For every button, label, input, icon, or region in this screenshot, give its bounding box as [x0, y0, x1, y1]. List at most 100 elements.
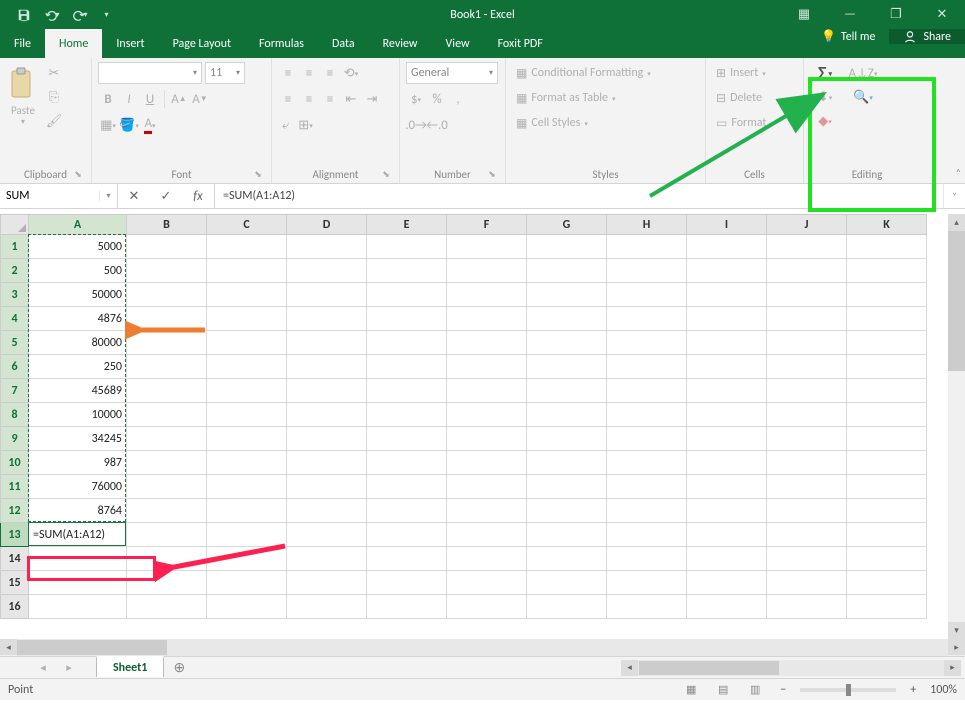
align-center-button[interactable]: ≡: [299, 88, 319, 110]
cell-I1[interactable]: [687, 235, 767, 259]
insert-tab[interactable]: Insert: [102, 29, 158, 58]
cell-B12[interactable]: [127, 499, 207, 523]
cell-C1[interactable]: [207, 235, 287, 259]
cell-F4[interactable]: [447, 307, 527, 331]
ribbon-display-options[interactable]: ▦: [781, 0, 827, 29]
cell-D11[interactable]: [287, 475, 367, 499]
page-layout-view-button[interactable]: ▤: [712, 681, 734, 699]
cell-G4[interactable]: [527, 307, 607, 331]
cell-D3[interactable]: [287, 283, 367, 307]
cell-E2[interactable]: [367, 259, 447, 283]
cell-D10[interactable]: [287, 451, 367, 475]
cell-F6[interactable]: [447, 355, 527, 379]
enter-formula-button[interactable]: ✓: [150, 184, 182, 208]
cell-H12[interactable]: [607, 499, 687, 523]
cell-E10[interactable]: [367, 451, 447, 475]
cell-K2[interactable]: [847, 259, 927, 283]
cell-D7[interactable]: [287, 379, 367, 403]
comma-format-button[interactable]: ,: [448, 88, 468, 110]
underline-button[interactable]: U: [140, 88, 160, 110]
font-color-button[interactable]: A▾: [140, 114, 160, 136]
cell-H7[interactable]: [607, 379, 687, 403]
cell-D13[interactable]: [287, 523, 367, 547]
file-tab[interactable]: File: [0, 29, 45, 58]
cell-J1[interactable]: [767, 235, 847, 259]
column-header-B[interactable]: B: [127, 215, 207, 235]
close-button[interactable]: ✕: [919, 0, 965, 29]
cell-D12[interactable]: [287, 499, 367, 523]
conditional-formatting-button[interactable]: ▦Conditional Formatting▾: [512, 62, 655, 84]
align-top-button[interactable]: ≡: [278, 62, 298, 84]
cell-D2[interactable]: [287, 259, 367, 283]
cell-G15[interactable]: [527, 571, 607, 595]
cell-D15[interactable]: [287, 571, 367, 595]
cell-D4[interactable]: [287, 307, 367, 331]
cell-B15[interactable]: [127, 571, 207, 595]
wrap-text-button[interactable]: ⤶: [278, 114, 293, 136]
cell-G9[interactable]: [527, 427, 607, 451]
cell-C9[interactable]: [207, 427, 287, 451]
format-cells-button[interactable]: ▭Format▾: [712, 112, 778, 134]
cell-J9[interactable]: [767, 427, 847, 451]
cell-I3[interactable]: [687, 283, 767, 307]
cell-I16[interactable]: [687, 595, 767, 619]
cell-F9[interactable]: [447, 427, 527, 451]
cell-H16[interactable]: [607, 595, 687, 619]
spreadsheet-grid[interactable]: ABCDEFGHIJK15000250035000044876580000625…: [0, 214, 927, 619]
cell-C8[interactable]: [207, 403, 287, 427]
cell-G13[interactable]: [527, 523, 607, 547]
vertical-scrollbar[interactable]: ▴ ▾: [948, 214, 965, 639]
home-tab[interactable]: Home: [45, 29, 102, 58]
select-all-corner[interactable]: [1, 215, 29, 235]
collapse-ribbon-button[interactable]: ˄: [956, 166, 961, 179]
vertical-scroll-thumb[interactable]: [948, 231, 965, 371]
cell-J5[interactable]: [767, 331, 847, 355]
grow-font-button[interactable]: A▲: [169, 88, 189, 110]
cell-G3[interactable]: [527, 283, 607, 307]
row-header-16[interactable]: 16: [1, 595, 29, 619]
horizontal-scroll-thumb[interactable]: [17, 640, 167, 655]
cell-F11[interactable]: [447, 475, 527, 499]
cell-G6[interactable]: [527, 355, 607, 379]
name-box-dropdown[interactable]: ▾: [99, 191, 117, 201]
cell-A6[interactable]: 250: [29, 355, 127, 379]
view-tab[interactable]: View: [432, 29, 484, 58]
cell-D14[interactable]: [287, 547, 367, 571]
cell-J10[interactable]: [767, 451, 847, 475]
restore-button[interactable]: ❐: [873, 0, 919, 29]
cell-J14[interactable]: [767, 547, 847, 571]
cell-A3[interactable]: 50000: [29, 283, 127, 307]
cell-J8[interactable]: [767, 403, 847, 427]
cell-K14[interactable]: [847, 547, 927, 571]
cell-A1[interactable]: 5000: [29, 235, 127, 259]
column-header-C[interactable]: C: [207, 215, 287, 235]
cell-E6[interactable]: [367, 355, 447, 379]
cell-J11[interactable]: [767, 475, 847, 499]
cell-K7[interactable]: [847, 379, 927, 403]
cell-D1[interactable]: [287, 235, 367, 259]
cell-D16[interactable]: [287, 595, 367, 619]
column-header-G[interactable]: G: [527, 215, 607, 235]
cell-H9[interactable]: [607, 427, 687, 451]
cell-H13[interactable]: [607, 523, 687, 547]
cell-B13[interactable]: [127, 523, 207, 547]
cell-E13[interactable]: [367, 523, 447, 547]
cell-F10[interactable]: [447, 451, 527, 475]
cell-H8[interactable]: [607, 403, 687, 427]
cell-I10[interactable]: [687, 451, 767, 475]
cell-G10[interactable]: [527, 451, 607, 475]
column-header-J[interactable]: J: [767, 215, 847, 235]
cell-styles-button[interactable]: ▦Cell Styles▾: [512, 112, 592, 134]
accounting-format-button[interactable]: $▾: [406, 88, 426, 110]
cell-F15[interactable]: [447, 571, 527, 595]
new-sheet-button[interactable]: ⊕: [164, 657, 194, 678]
cell-B16[interactable]: [127, 595, 207, 619]
alignment-launcher[interactable]: ⬊: [379, 167, 393, 181]
increase-decimal-button[interactable]: .0→: [406, 114, 426, 136]
clipboard-launcher[interactable]: ⬊: [71, 167, 85, 181]
cell-B6[interactable]: [127, 355, 207, 379]
cell-G2[interactable]: [527, 259, 607, 283]
cell-K11[interactable]: [847, 475, 927, 499]
redo-button[interactable]: ▾: [66, 0, 94, 29]
column-header-F[interactable]: F: [447, 215, 527, 235]
